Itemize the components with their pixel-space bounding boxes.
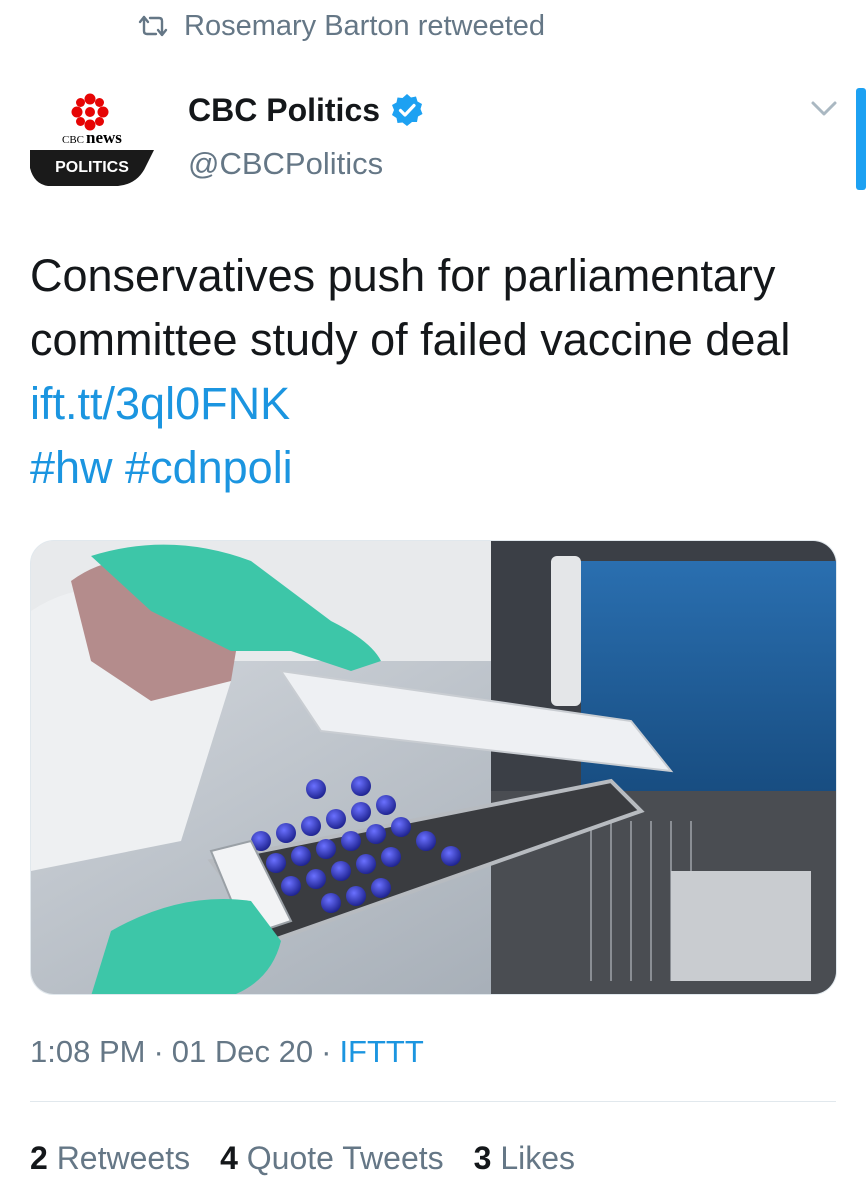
retweet-icon	[138, 15, 168, 37]
tweet-hashtags[interactable]: #hw #cdnpoli	[30, 442, 293, 493]
author-handle[interactable]: @CBCPolitics	[188, 146, 383, 182]
author-name-row[interactable]: CBC Politics	[188, 88, 424, 132]
avatar-label: POLITICS	[55, 159, 129, 176]
quote-tweets-count: 4	[220, 1139, 238, 1176]
display-name[interactable]: CBC Politics	[188, 92, 380, 129]
avatar-brand-bottom: news	[86, 128, 122, 147]
tweet-media-image[interactable]	[30, 540, 837, 995]
likes-count: 3	[473, 1139, 492, 1176]
vaccine-lab-photo	[31, 541, 836, 994]
tweet-time[interactable]: 1:08 PM	[30, 1034, 145, 1070]
likes-stat[interactable]: 3 Likes	[474, 1140, 575, 1177]
divider	[30, 1101, 836, 1102]
avatar-brand-top: CBC	[62, 134, 84, 146]
meta-separator: ·	[153, 1034, 164, 1069]
chevron-down-icon[interactable]	[808, 94, 840, 124]
tweet-stats: 2 Retweets 4 Quote Tweets 3 Likes	[30, 1136, 605, 1180]
tweet-date[interactable]: 01 Dec 20	[172, 1034, 313, 1070]
retweet-context[interactable]: Rosemary Barton retweeted	[136, 4, 545, 48]
retweets-count: 2	[30, 1139, 48, 1176]
likes-label: Likes	[500, 1139, 576, 1176]
quote-tweets-stat[interactable]: 4 Quote Tweets	[220, 1140, 444, 1177]
meta-separator: ·	[321, 1034, 332, 1069]
tweet-meta: 1:08 PM · 01 Dec 20 · IFTTT	[30, 1030, 424, 1074]
cbc-gem-logo	[71, 93, 109, 131]
verified-badge-icon	[392, 94, 423, 126]
tweet-text: Conservatives push for parliamentary com…	[30, 244, 850, 500]
tweet-body: Conservatives push for parliamentary com…	[30, 250, 791, 365]
retweets-stat[interactable]: 2 Retweets	[30, 1140, 190, 1177]
quote-tweets-label: Quote Tweets	[246, 1139, 444, 1176]
retweets-label: Retweets	[56, 1139, 191, 1176]
tweet-source[interactable]: IFTTT	[339, 1034, 423, 1070]
tweet-link[interactable]: ift.tt/3ql0FNK	[30, 378, 290, 429]
retweet-context-text: Rosemary Barton retweeted	[184, 9, 546, 42]
scrollbar[interactable]	[856, 88, 866, 190]
avatar[interactable]: CBC news POLITICS	[28, 88, 156, 192]
